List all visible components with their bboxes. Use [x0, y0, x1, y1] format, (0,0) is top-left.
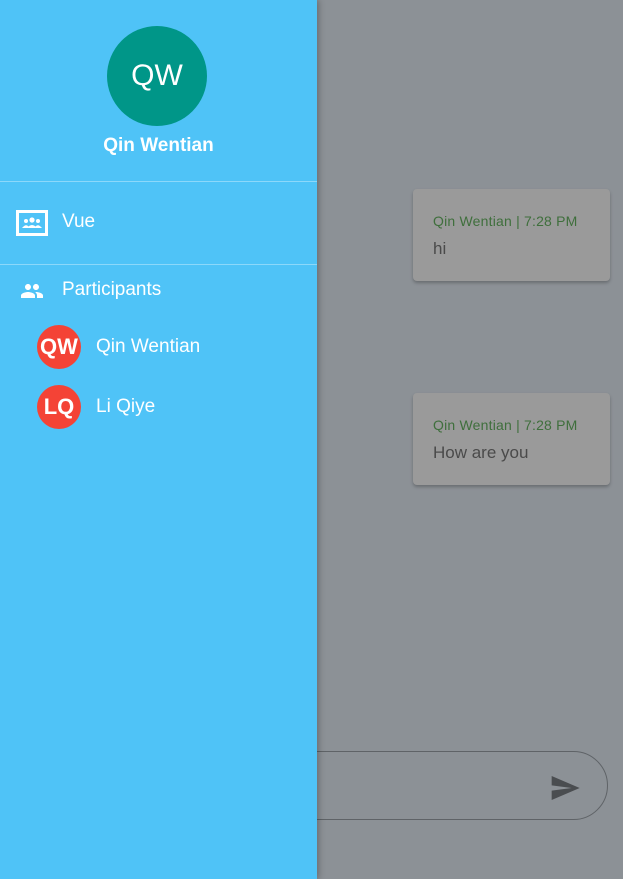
nav-item-vue[interactable]: Vue: [0, 198, 317, 246]
message-bubble: Qin Wentian | 7:28 PM hi: [413, 189, 610, 281]
participant-item[interactable]: LQ Li Qiye: [0, 383, 317, 431]
participant-name: Li Qiye: [96, 396, 156, 417]
avatar: QW: [37, 325, 81, 369]
people-icon: [21, 284, 43, 298]
group-screen-icon: [16, 210, 48, 236]
message-text: How are you: [433, 443, 529, 462]
message-meta: Qin Wentian | 7:28 PM: [433, 213, 578, 229]
divider: [0, 264, 317, 265]
message-text: hi: [433, 239, 447, 258]
nav-item-participants[interactable]: Participants: [0, 266, 317, 314]
drawer-header: QW Qin Wentian: [0, 0, 317, 181]
avatar: LQ: [37, 385, 81, 429]
navigation-drawer: QW Qin Wentian Vue Participants QW Qin W…: [0, 0, 317, 879]
message-meta: Qin Wentian | 7:28 PM: [433, 417, 578, 433]
send-icon[interactable]: [549, 772, 581, 804]
participant-item[interactable]: QW Qin Wentian: [0, 323, 317, 371]
participant-name: Qin Wentian: [96, 336, 201, 357]
message-bubble: Qin Wentian | 7:28 PM How are you: [413, 393, 610, 485]
nav-item-label: Vue: [62, 211, 96, 232]
nav-item-label: Participants: [62, 279, 162, 300]
user-name: Qin Wentian: [103, 135, 214, 156]
avatar: QW: [107, 26, 207, 126]
divider: [0, 181, 317, 182]
